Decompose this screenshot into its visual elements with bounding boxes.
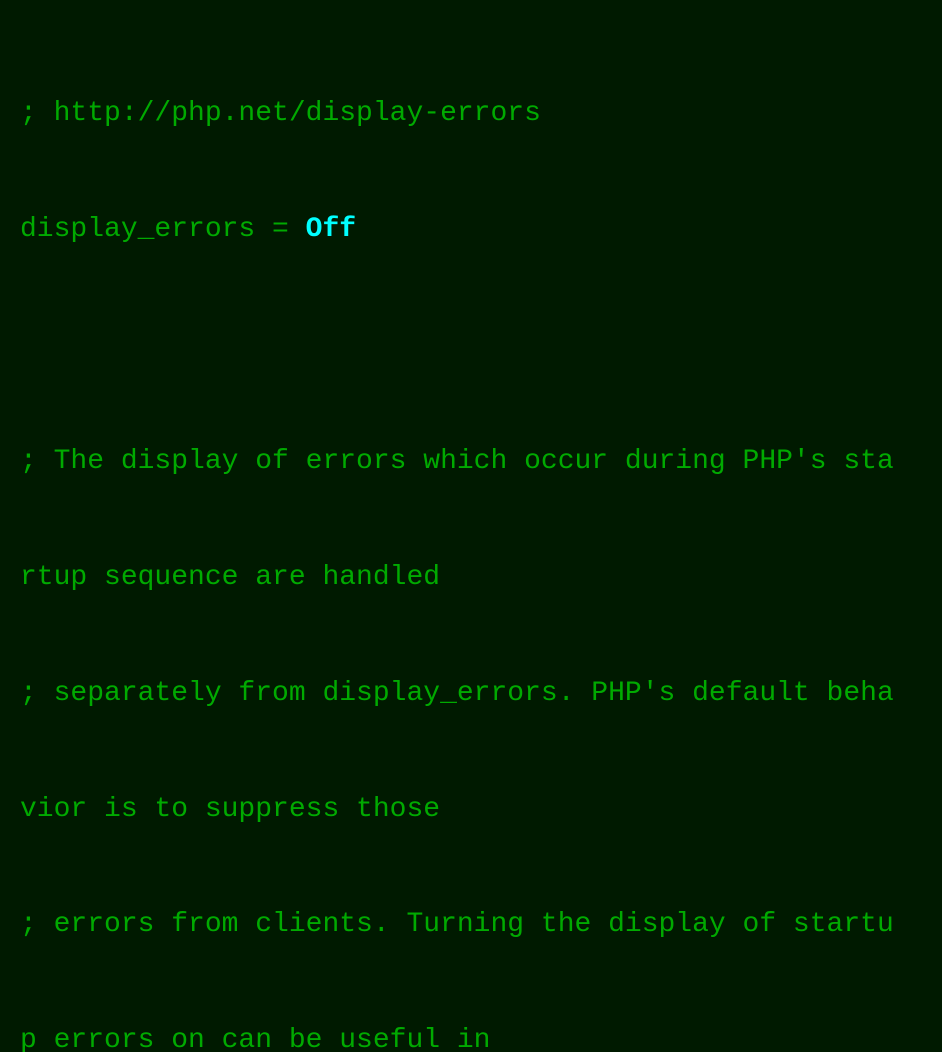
line-8: ; errors from clients. Turning the displ… [20,906,922,945]
line-6: ; separately from display_errors. PHP's … [20,675,922,714]
line-3 [20,327,922,366]
line-2: display_errors = Off [20,211,922,250]
line-1: ; http://php.net/display-errors [20,95,922,134]
line-7: vior is to suppress those [20,791,922,830]
code-editor: ; http://php.net/display-errors display_… [20,18,922,1052]
keyword-off-1: Off [306,214,356,245]
line-9: p errors on can be useful in [20,1022,922,1052]
line-4: ; The display of errors which occur duri… [20,443,922,482]
line-5: rtup sequence are handled [20,559,922,598]
